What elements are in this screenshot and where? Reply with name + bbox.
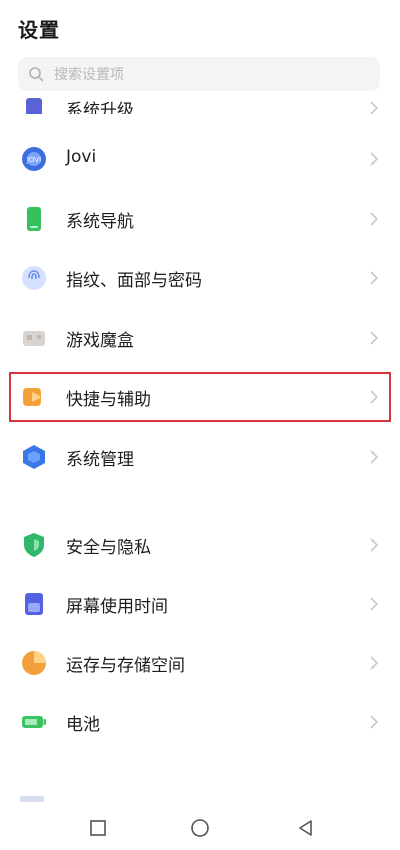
settings-item-security-privacy[interactable]: 安全与隐私 [0,517,400,573]
shield-icon [24,533,44,557]
recent-apps-icon[interactable] [88,818,108,838]
chevron-right-icon [370,331,379,345]
settings-item-screen-time[interactable]: 屏幕使用时间 [0,576,400,632]
chevron-right-icon [370,152,379,166]
chevron-right-icon [370,656,379,670]
settings-item-label: 系统升级 [66,101,134,114]
svg-text:JOVI: JOVI [26,156,41,164]
hexagon-icon [23,445,45,469]
home-icon[interactable] [190,818,210,838]
chevron-right-icon [370,715,379,729]
search-icon [29,67,44,82]
fingerprint-icon [22,266,46,290]
search-bar[interactable] [18,57,380,93]
settings-item-label: 屏幕使用时间 [66,597,168,617]
settings-item-label: 电池 [66,715,100,735]
phone-navigation-icon [27,207,41,231]
system-navigation-bar [0,805,400,850]
settings-item-fingerprint-face-password[interactable]: 指纹、面部与密码 [0,250,400,306]
hourglass-icon [25,593,43,615]
settings-item-game-box[interactable]: 游戏魔盒 [0,310,400,366]
settings-item-system-update[interactable]: 系统升级 [0,96,400,114]
highlight-box [9,372,391,422]
chevron-right-icon [370,101,379,114]
page-title: 设置 [18,18,60,42]
chevron-right-icon [370,212,379,226]
settings-item-label: 安全与隐私 [66,538,151,558]
chevron-right-icon [370,538,379,552]
settings-item-label: 指纹、面部与密码 [66,271,202,291]
chevron-right-icon [370,597,379,611]
back-icon[interactable] [296,818,316,838]
battery-icon [22,716,46,728]
settings-item-battery[interactable]: 电池 [0,694,400,750]
search-input[interactable] [52,57,356,93]
settings-item-label: 系统导航 [66,212,134,232]
settings-item-label: 游戏魔盒 [66,331,134,351]
chevron-right-icon [370,271,379,285]
settings-item-memory-storage[interactable]: 运存与存储空间 [0,635,400,691]
game-box-icon [23,331,45,346]
settings-item-partial[interactable] [20,796,44,802]
settings-item-label: 运存与存储空间 [66,656,185,676]
settings-item-jovi[interactable]: JOVI Jovi [0,131,400,187]
settings-item-label: Jovi [66,147,97,167]
jovi-icon: JOVI [22,147,46,171]
chevron-right-icon [370,450,379,464]
settings-item-system-management[interactable]: 系统管理 [0,429,400,485]
settings-item-label: 系统管理 [66,450,134,470]
pie-chart-icon [22,651,46,675]
settings-item-navigation[interactable]: 系统导航 [0,191,400,247]
system-update-icon [26,98,42,114]
